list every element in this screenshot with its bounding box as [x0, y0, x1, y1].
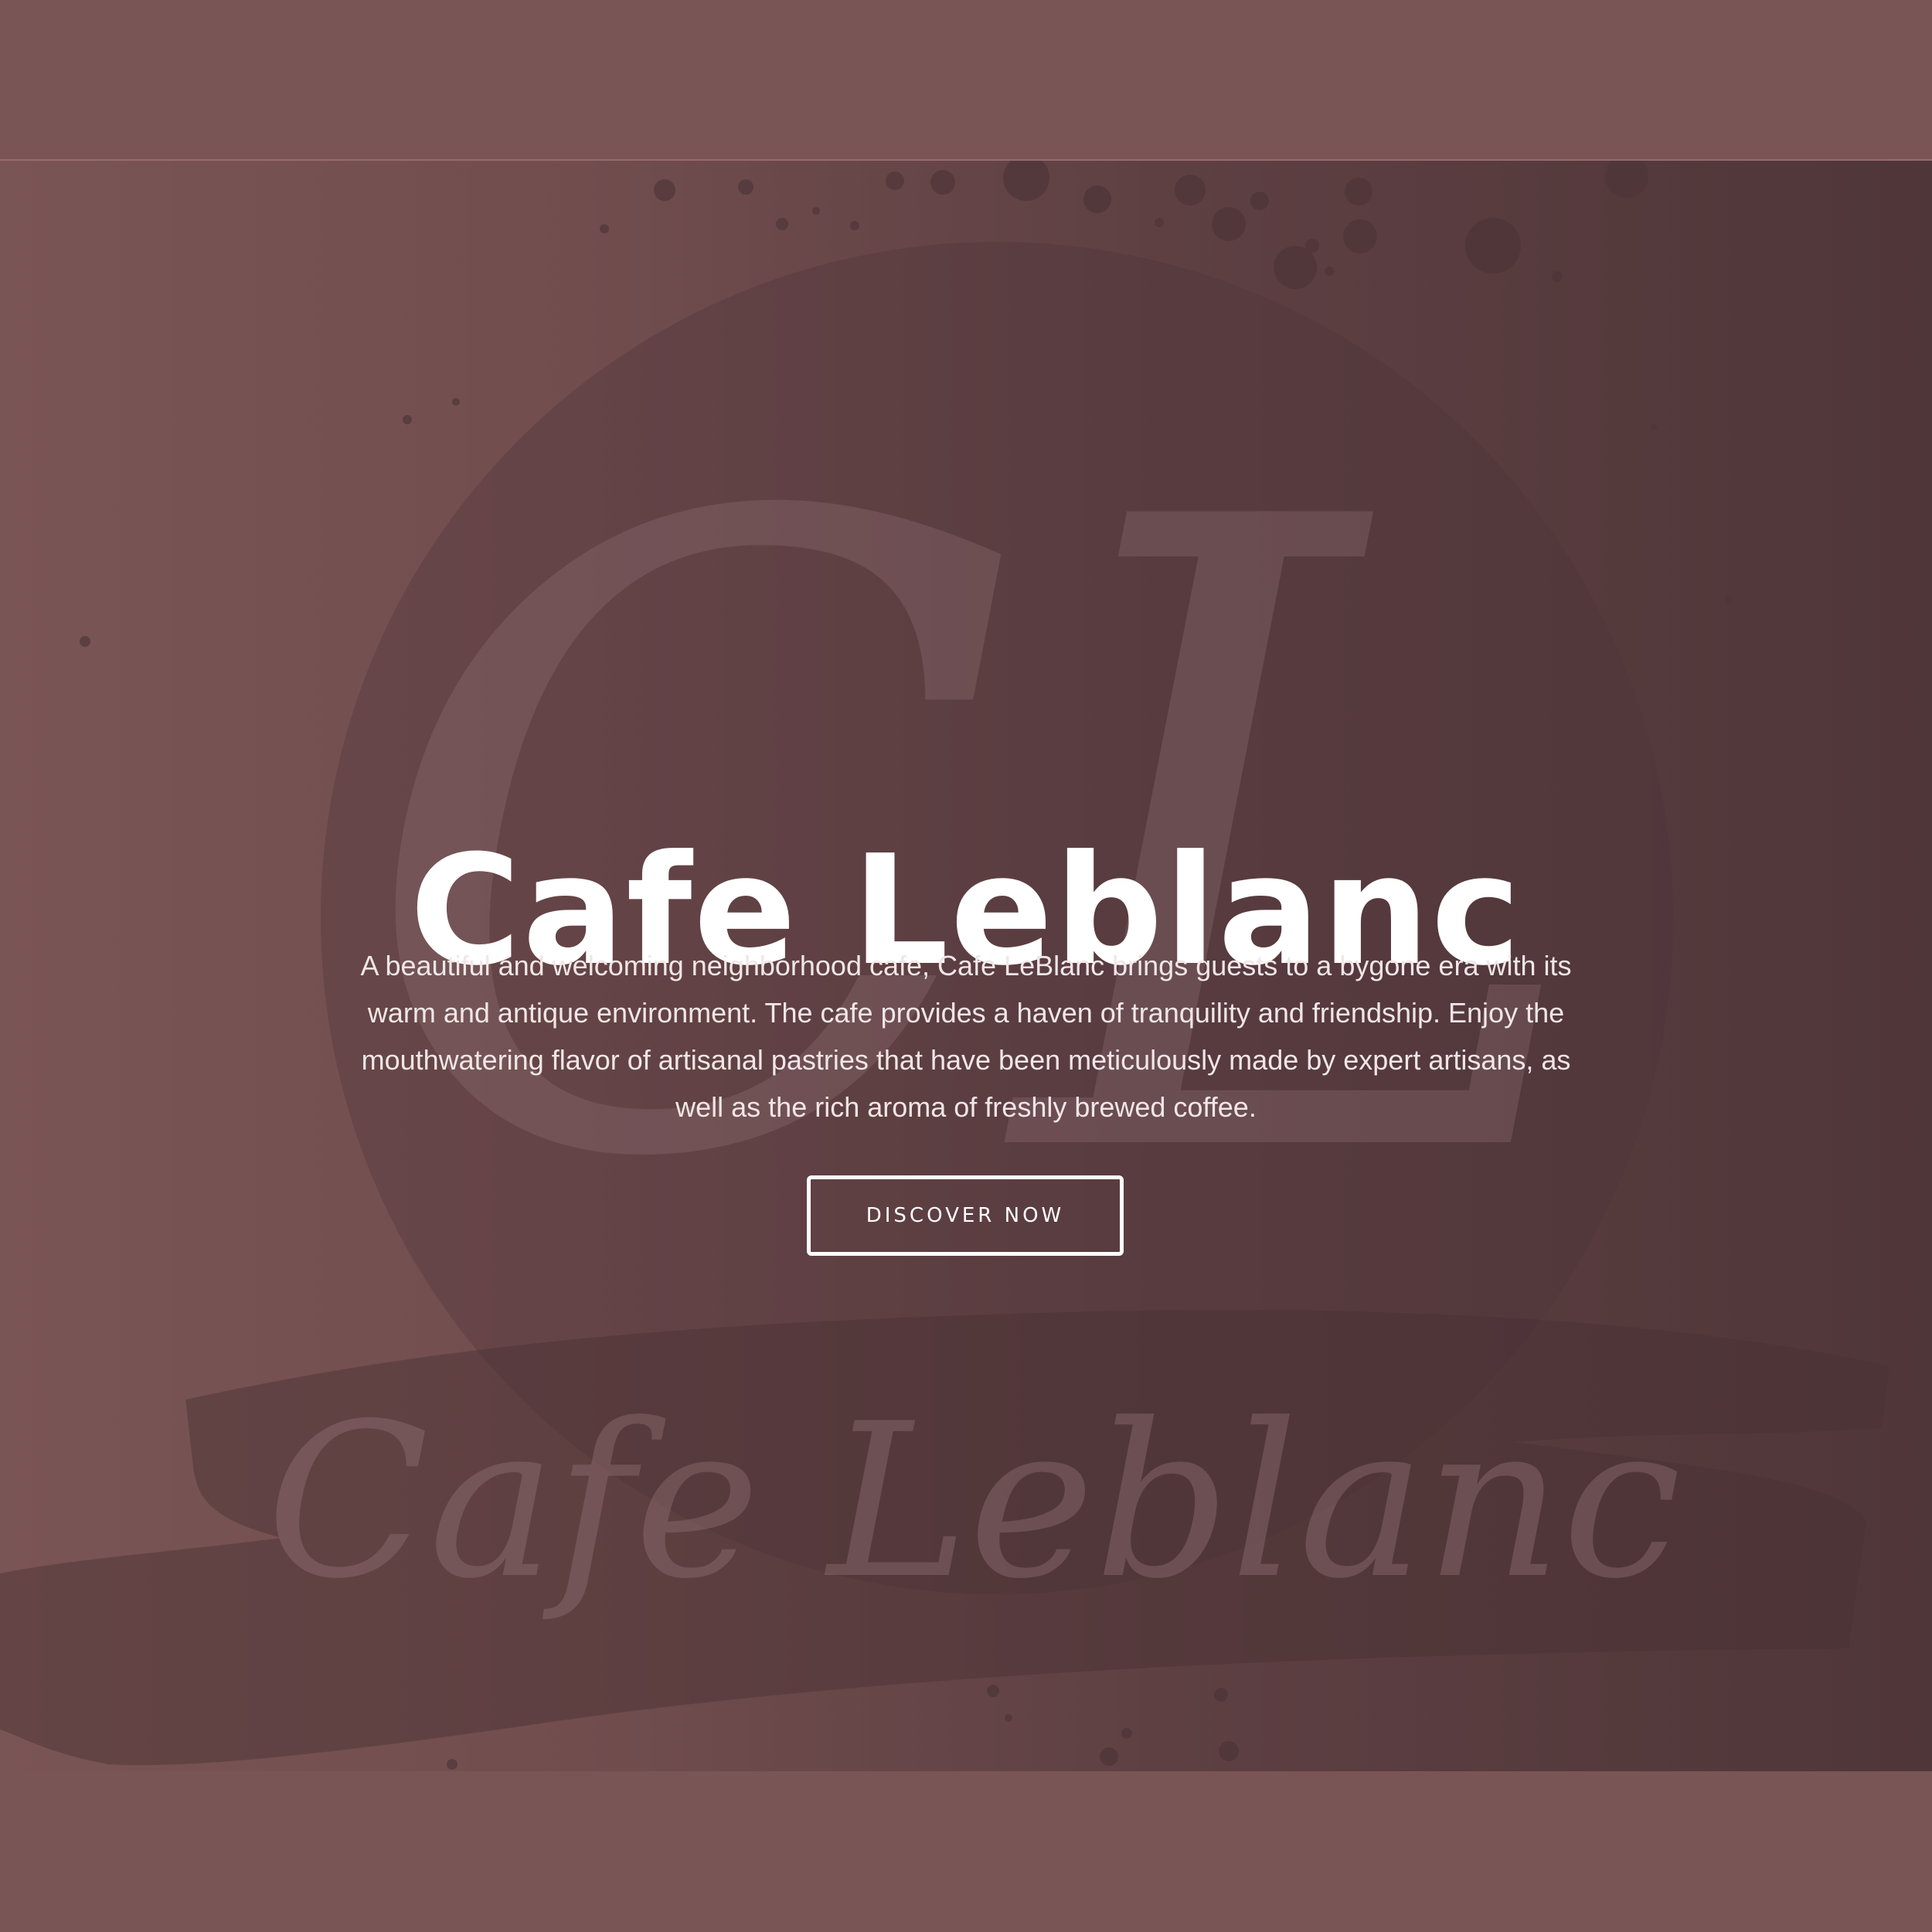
bottom-band — [0, 1771, 1932, 1932]
logo-wordmark: Cafe Leblanc — [267, 1378, 1682, 1625]
hero-section: CL Cafe Leblanc Cafe Leblanc A beautiful… — [0, 161, 1932, 1771]
landing-page: CL Cafe Leblanc Cafe Leblanc A beautiful… — [0, 0, 1932, 1932]
discover-now-button[interactable]: DISCOVER NOW — [807, 1175, 1124, 1256]
hero-description: A beautiful and welcoming neighborhood c… — [360, 950, 1572, 1123]
top-band — [0, 0, 1932, 161]
